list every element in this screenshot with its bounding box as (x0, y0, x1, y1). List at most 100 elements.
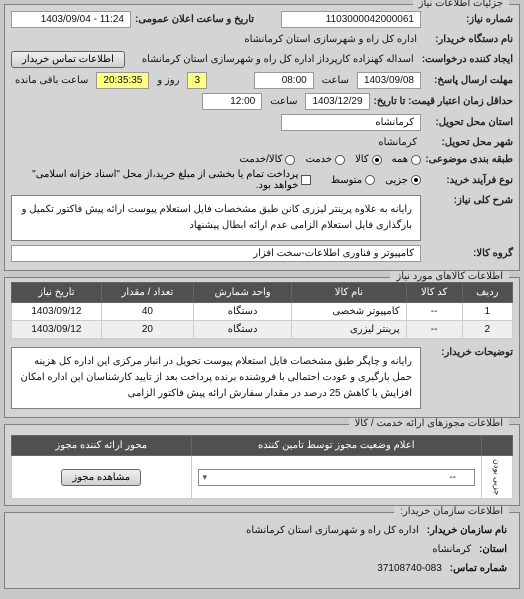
th-auth: محور ارائه کننده مجوز (12, 436, 192, 456)
row-creator: ایجاد کننده درخواست: اسداله کهنزاده کارپ… (11, 49, 513, 70)
th-qty: تعداد / مقدار (101, 283, 193, 303)
auth-cell: مشاهده مجوز (12, 456, 192, 499)
prov-label: استان: (479, 544, 507, 555)
goods-info-panel: اطلاعات کالاهای مورد نیاز ردیف کد کالا ن… (4, 277, 520, 418)
price-credit-label: حداقل زمان اعتبار قیمت: تا تاریخ: (374, 96, 513, 107)
creator-value: اسداله کهنزاده کارپرداز اداره کل راه و ش… (138, 52, 418, 67)
radio-medium[interactable] (365, 175, 375, 185)
table-row: 2 -- پرینتر لیزری دستگاه 20 1403/09/12 (12, 321, 513, 339)
radio-service-label: خدمت (305, 154, 332, 165)
row-phone: شماره تماس: 37108740-083 (17, 559, 507, 578)
goods-group-value: کامپیوتر و فناوری اطلاعات-سخت افزار (11, 245, 421, 262)
row-process: نوع فرآیند خرید: جزیی متوسط پرداخت تمام … (11, 167, 513, 193)
cell-code: -- (406, 303, 462, 321)
permits-table: اعلام وضعیت مجوز توسط تامین کننده محور ا… (11, 435, 513, 499)
radio-goods[interactable] (372, 155, 382, 165)
status-select[interactable]: -- (198, 469, 475, 486)
deadline-hour: 08:00 (254, 72, 314, 89)
cell-code: -- (406, 321, 462, 339)
remain-days: 3 (187, 72, 207, 89)
city-value: کرمانشاه (374, 135, 421, 150)
goods-table: ردیف کد کالا نام کالا واحد شمارش تعداد /… (11, 282, 513, 339)
radio-all[interactable] (411, 155, 421, 165)
row-buyer-desc: توضیحات خریدار: رایانه و چاپگر طبق مشخصا… (11, 345, 513, 411)
cell-qty: 20 (101, 321, 193, 339)
row-need-number: شماره نیاز: 1103000042000061 تاریخ و ساع… (11, 9, 513, 30)
row-deadline: مهلت ارسال پاسخ: 1403/09/08 ساعت 08:00 3… (11, 70, 513, 91)
row-price-credit: حداقل زمان اعتبار قیمت: تا تاریخ: 1403/1… (11, 91, 513, 112)
cell-row: 2 (462, 321, 512, 339)
need-details-panel: جزئیات اطلاعات نیاز شماره نیاز: 11030000… (4, 4, 520, 271)
row-subject-type: طبقه بندی موضوعی: همه کالا خدمت کالا/خدم… (11, 152, 513, 167)
credit-hour: 12:00 (202, 93, 262, 110)
cell-date: 1403/09/12 (12, 321, 102, 339)
radio-service[interactable] (335, 155, 345, 165)
creator-label: ایجاد کننده درخواست: (422, 54, 513, 65)
th-date: تاریخ نیاز (12, 283, 102, 303)
process-radio-group: جزیی متوسط پرداخت تمام یا بخشی از مبلغ خ… (11, 169, 421, 191)
requester-label: نام دستگاه خریدار: (425, 34, 513, 45)
th-code: کد کالا (406, 283, 462, 303)
deadline-label: مهلت ارسال پاسخ: (425, 75, 513, 86)
cell-row: 1 (462, 303, 512, 321)
subject-type-label: طبقه بندی موضوعی: (425, 154, 513, 165)
buyer-desc-label: توضیحات خریدار: (425, 347, 513, 358)
hint-cell: جزیی بودن (482, 456, 513, 499)
need-number-value: 1103000042000061 (281, 11, 421, 28)
cell-unit: دستگاه (193, 303, 291, 321)
process-label: نوع فرآیند خرید: (425, 175, 513, 186)
deadline-date: 1403/09/08 (357, 72, 421, 89)
prov-value: کرمانشاه (428, 542, 475, 557)
radio-goods-label: کالا (355, 154, 369, 165)
org-label: نام سازمان خریدار: (427, 525, 507, 536)
hour-label-1: ساعت (318, 73, 353, 88)
panel-title: جزئیات اطلاعات نیاز (413, 0, 509, 9)
cell-qty: 40 (101, 303, 193, 321)
phone-value: 37108740-083 (373, 561, 446, 576)
th-hint (482, 436, 513, 456)
org-value: اداره کل راه و شهرسازی استان کرمانشاه (242, 523, 423, 538)
panel3-title: اطلاعات مجوزهای ارائه خدمت / کالا (349, 418, 509, 429)
radio-partial-label: جزیی (385, 175, 408, 186)
status-cell: -- (191, 456, 481, 499)
remain-day-text: روز و (153, 73, 183, 88)
row-general-desc: شرح کلی نیاز: رایانه به علاوه پرینتر لیز… (11, 193, 513, 243)
buyer-contact-button[interactable]: اطلاعات تماس خریدار (11, 51, 125, 68)
requester-value: اداره کل راه و شهرسازی استان کرمانشاه (240, 32, 421, 47)
buyer-desc-value: رایانه و چاپگر طبق مشخصات فایل استعلام پ… (11, 347, 421, 409)
radio-goods-service[interactable] (285, 155, 295, 165)
row-org: نام سازمان خریدار: اداره کل راه و شهرساز… (17, 521, 507, 540)
view-permit-button[interactable]: مشاهده مجوز (61, 469, 141, 486)
cell-unit: دستگاه (193, 321, 291, 339)
need-number-label: شماره نیاز: (425, 14, 513, 25)
cell-name: پرینتر لیزری (292, 321, 406, 339)
buyer-org-panel: اطلاعات سازمان خریدار: نام سازمان خریدار… (4, 512, 520, 589)
credit-date: 1403/12/29 (305, 93, 369, 110)
row-goods-group: گروه کالا: کامپیوتر و فناوری اطلاعات-سخت… (11, 243, 513, 264)
cell-name: کامپیوتر شخصی (292, 303, 406, 321)
checkbox-treasury-label: پرداخت تمام یا بخشی از مبلغ خرید،از محل … (11, 169, 298, 191)
radio-all-label: همه (392, 154, 408, 165)
remain-suffix: ساعت باقی مانده (11, 73, 92, 88)
table-row: 1 -- کامپیوتر شخصی دستگاه 40 1403/09/12 (12, 303, 513, 321)
row-prov: استان: کرمانشاه (17, 540, 507, 559)
announce-label: تاریخ و ساعت اعلان عمومی: (135, 14, 254, 25)
remain-time: 20:35:35 (96, 72, 149, 89)
permits-panel: اطلاعات مجوزهای ارائه خدمت / کالا اعلام … (4, 424, 520, 506)
hour-label-2: ساعت (266, 94, 301, 109)
checkbox-treasury[interactable] (301, 175, 310, 185)
table-row: جزیی بودن -- مشاهده مجوز (12, 456, 513, 499)
subject-radio-group: همه کالا خدمت کالا/خدمت (240, 154, 421, 165)
row-requester: نام دستگاه خریدار: اداره کل راه و شهرساز… (11, 30, 513, 49)
general-desc-value: رایانه به علاوه پرینتر لیزری کانن طبق مش… (11, 195, 421, 241)
panel4-title: اطلاعات سازمان خریدار: (394, 506, 509, 517)
radio-partial[interactable] (411, 175, 421, 185)
th-row: ردیف (462, 283, 512, 303)
radio-medium-label: متوسط (331, 175, 362, 186)
radio-goods-service-label: کالا/خدمت (240, 154, 283, 165)
announce-value: 11:24 - 1403/09/04 (11, 11, 131, 28)
row-province: استان محل تحویل: کرمانشاه (11, 112, 513, 133)
panel2-title: اطلاعات کالاهای مورد نیاز (390, 271, 509, 282)
goods-group-label: گروه کالا: (425, 248, 513, 259)
province-label: استان محل تحویل: (425, 117, 513, 128)
